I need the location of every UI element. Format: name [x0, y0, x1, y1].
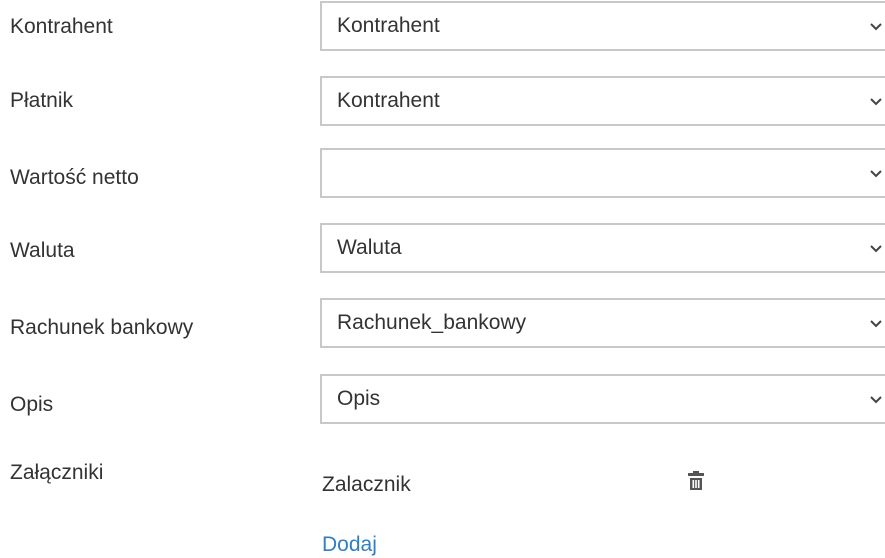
chevron-down-icon	[870, 98, 882, 106]
wartosc-netto-label: Wartość netto	[10, 166, 139, 189]
chevron-down-icon	[870, 396, 882, 404]
add-attachment-link[interactable]: Dodaj	[322, 533, 377, 557]
kontrahent-select[interactable]: Kontrahent	[320, 1, 885, 51]
opis-select-value: Opis	[337, 387, 381, 410]
trash-icon[interactable]	[686, 470, 706, 492]
platnik-select-value: Kontrahent	[337, 89, 440, 112]
kontrahent-select-value: Kontrahent	[337, 14, 440, 37]
chevron-down-icon	[870, 170, 882, 178]
chevron-down-icon	[870, 23, 882, 31]
rachunek-bankowy-select-value: Rachunek_bankowy	[337, 311, 527, 334]
waluta-select[interactable]: Waluta	[320, 223, 885, 273]
chevron-down-icon	[870, 320, 882, 328]
waluta-label: Waluta	[10, 239, 75, 262]
rachunek-bankowy-label: Rachunek bankowy	[10, 316, 194, 339]
opis-select[interactable]: Opis	[320, 374, 885, 424]
platnik-select[interactable]: Kontrahent	[320, 76, 885, 126]
wartosc-netto-select[interactable]	[320, 148, 885, 198]
attachment-name[interactable]: Zalacznik	[322, 473, 411, 497]
rachunek-bankowy-select[interactable]: Rachunek_bankowy	[320, 298, 885, 348]
platnik-label: Płatnik	[10, 89, 74, 112]
zalaczniki-label: Załączniki	[10, 461, 104, 484]
waluta-select-value: Waluta	[337, 236, 402, 259]
kontrahent-label: Kontrahent	[10, 15, 113, 38]
chevron-down-icon	[870, 245, 882, 253]
opis-label: Opis	[10, 393, 54, 416]
